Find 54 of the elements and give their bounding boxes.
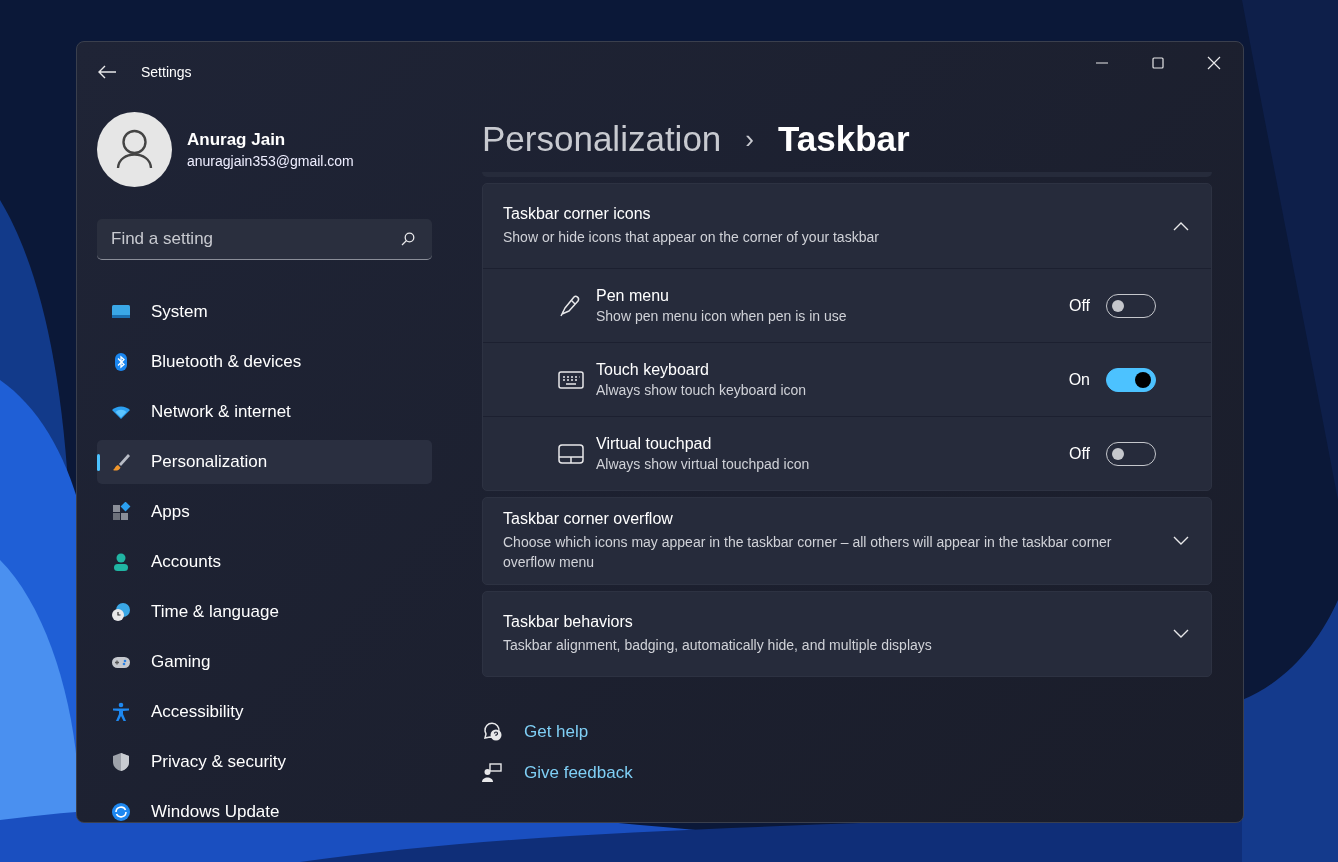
nav-item[interactable]: System <box>97 290 432 334</box>
nav-icon <box>111 752 131 772</box>
help-link[interactable]: Give feedback <box>524 763 633 783</box>
toggle-state: Off <box>1068 296 1090 315</box>
nav-item[interactable]: Network & internet <box>97 390 432 434</box>
card-description: Show or hide icons that appear on the corner of your taskbar <box>503 228 880 247</box>
nav-item[interactable]: Accounts <box>97 540 432 584</box>
nav-icon <box>111 702 131 722</box>
page-title: Taskbar <box>778 119 910 159</box>
setting-description: Always show virtual touchpad icon <box>596 456 811 472</box>
close-icon[interactable] <box>1205 54 1223 72</box>
user-name: Anurag Jain <box>187 130 287 150</box>
user-email: anuragjain353@gmail.com <box>187 153 354 169</box>
search-icon[interactable] <box>401 232 415 246</box>
setting-description: Always show touch keyboard icon <box>596 382 808 398</box>
row-icon <box>558 441 584 466</box>
card-title: Taskbar behaviors <box>503 613 634 631</box>
card-title: Taskbar corner icons <box>503 205 652 223</box>
nav-item[interactable]: Bluetooth & devices <box>97 340 432 384</box>
avatar-icon <box>97 112 172 187</box>
chevron-icon[interactable] <box>1173 536 1189 546</box>
nav-icon <box>111 502 131 522</box>
setting-title: Pen menu <box>596 287 670 305</box>
toggle-switch[interactable] <box>1106 367 1156 392</box>
setting-title: Touch keyboard <box>596 361 710 379</box>
search-field[interactable]: Find a setting <box>97 219 432 260</box>
setting-description: Show pen menu icon when pen is in use <box>596 308 848 324</box>
card-description: Taskbar alignment, badging, automatically hide, and multiple displays <box>503 636 933 655</box>
nav-item[interactable]: Accessibility <box>97 690 432 734</box>
link-icon <box>482 722 502 742</box>
nav-item[interactable]: Apps <box>97 490 432 534</box>
card-title: Taskbar corner overflow <box>503 510 674 528</box>
link-icon <box>482 763 502 783</box>
nav-icon <box>111 552 131 572</box>
nav-icon <box>111 802 131 822</box>
back-arrow-icon[interactable] <box>97 64 117 80</box>
setting-title: Virtual touchpad <box>596 435 713 453</box>
toggle-state: Off <box>1068 444 1090 463</box>
nav-item[interactable]: Privacy & security <box>97 740 432 784</box>
chevron-icon[interactable] <box>1173 629 1189 639</box>
chevron-icon[interactable] <box>1173 221 1189 231</box>
nav-item[interactable]: Time & language <box>97 590 432 634</box>
help-link[interactable]: Get help <box>524 722 589 742</box>
card-description: Choose which icons may appear in the taskbar corner – all others will appear in the taskbar corner overflow menu <box>503 533 1113 572</box>
breadcrumb-link[interactable]: Personalization <box>482 119 722 159</box>
window-title: Settings <box>141 64 192 80</box>
nav-item[interactable]: Windows Update <box>97 790 432 822</box>
nav-item[interactable]: Personalization <box>97 440 432 484</box>
maximize-icon[interactable] <box>1149 54 1167 72</box>
nav-icon <box>111 602 131 622</box>
breadcrumb-separator: › <box>745 123 754 155</box>
toggle-state: On <box>1068 370 1090 389</box>
nav-item[interactable]: Gaming <box>97 640 432 684</box>
nav-icon <box>111 452 131 472</box>
